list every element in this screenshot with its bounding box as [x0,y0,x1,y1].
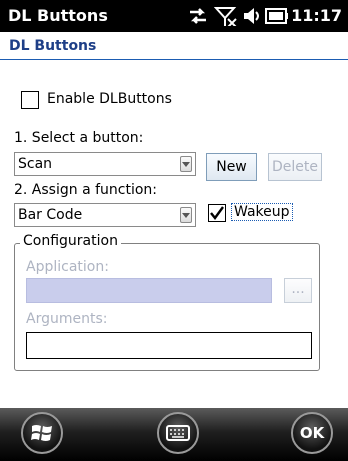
delete-button[interactable]: Delete [268,153,322,181]
arguments-label: Arguments: [26,311,108,327]
page-header: DL Buttons [0,32,348,60]
keyboard-icon [166,425,190,441]
status-bar: DL Buttons 11:17 [0,0,348,32]
header-divider [0,59,348,60]
function-select-dropdown[interactable]: Bar Code [14,203,196,227]
button-select-dropdown[interactable]: Scan [14,152,196,176]
application-input[interactable] [26,278,272,303]
arguments-input[interactable] [26,332,312,359]
ok-button[interactable]: OK [291,412,333,454]
wakeup-label[interactable]: Wakeup [231,203,293,221]
assign-function-label: 2. Assign a function: [14,182,158,198]
chevron-down-icon[interactable] [180,156,192,172]
configuration-title: Configuration [20,233,121,249]
signal-off-icon[interactable] [214,6,238,26]
enable-dlbuttons-label[interactable]: Enable DLButtons [47,91,172,107]
new-button[interactable]: New [206,153,257,181]
application-label: Application: [26,259,109,275]
battery-icon[interactable] [265,6,289,26]
windows-start-icon [31,425,52,441]
keyboard-button[interactable] [157,412,199,454]
page-title: DL Buttons [9,38,97,54]
checkmark-icon [210,206,224,220]
clock-time[interactable]: 11:17 [291,6,342,25]
browse-button[interactable]: ... [284,278,312,303]
select-button-label: 1. Select a button: [14,130,144,146]
bottom-bar: OK [0,408,348,461]
volume-icon[interactable] [240,6,264,26]
chevron-down-icon[interactable] [180,207,192,223]
status-bar-title: DL Buttons [8,6,108,25]
connectivity-icon[interactable] [186,6,210,26]
wakeup-checkbox[interactable] [208,204,226,222]
button-select-value: Scan [18,156,53,172]
enable-dlbuttons-checkbox[interactable] [21,91,39,109]
windows-start-button[interactable] [21,412,63,454]
function-select-value: Bar Code [18,207,83,223]
